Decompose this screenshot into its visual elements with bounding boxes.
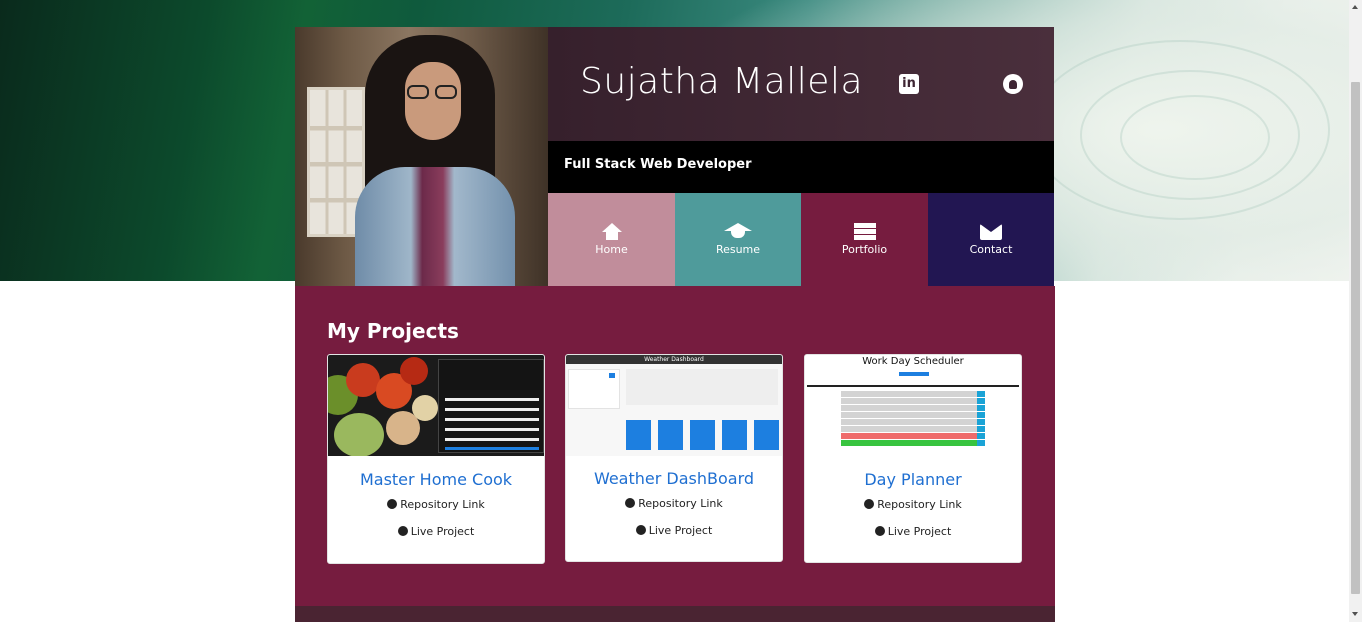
- page-scrollbar[interactable]: [1349, 0, 1362, 622]
- thumb-row: [841, 391, 985, 397]
- nav-home-label: Home: [595, 243, 628, 256]
- envelope-icon: [928, 223, 1054, 241]
- thumb-forecast-box: [754, 420, 779, 450]
- globe-icon: [397, 526, 408, 536]
- linkedin-label: in: [902, 76, 916, 91]
- live-project-label: Live Project: [648, 524, 713, 537]
- nav-portfolio-label: Portfolio: [841, 243, 888, 256]
- thumb-veg: [412, 395, 438, 421]
- linkedin-icon[interactable]: in: [899, 74, 919, 94]
- profile-name: Sujatha Mallela: [580, 61, 864, 102]
- project-thumbnail[interactable]: Work Day Scheduler: [805, 355, 1021, 456]
- thumb-search-panel: [568, 369, 620, 409]
- tagline: Full Stack Web Developer: [564, 157, 752, 172]
- profile-photo: [295, 27, 548, 286]
- project-thumbnail[interactable]: [328, 355, 544, 456]
- project-title[interactable]: Master Home Cook: [328, 470, 544, 489]
- thumb-forecast-box: [658, 420, 683, 450]
- thumb-row: [841, 398, 985, 404]
- nav-contact[interactable]: Contact: [928, 193, 1054, 286]
- github-icon: [625, 498, 636, 508]
- live-project-link[interactable]: Live Project: [328, 525, 544, 538]
- photo-face: [405, 62, 461, 140]
- thumb-divider: [807, 385, 1019, 387]
- thumb-row: [841, 412, 985, 418]
- thumb-current-weather: [626, 369, 778, 405]
- thumb-row: [841, 426, 985, 432]
- repository-link-label: Repository Link: [877, 498, 962, 511]
- thumb-veg: [334, 413, 384, 456]
- nav-contact-label: Contact: [969, 243, 1013, 256]
- home-icon: [548, 223, 675, 241]
- photo-glasses: [407, 85, 459, 99]
- tagline-bar: Full Stack Web Developer: [548, 141, 1054, 193]
- project-card: Weather Dashboard Weather DashBoard Repo…: [565, 354, 783, 562]
- server-icon: [801, 223, 928, 241]
- graduation-cap-icon: [675, 223, 801, 241]
- globe-icon: [874, 526, 885, 536]
- nav-home[interactable]: Home: [548, 193, 675, 286]
- nav-portfolio[interactable]: Portfolio: [801, 193, 928, 286]
- nav-resume-label: Resume: [715, 243, 761, 256]
- background-swirl: [1120, 95, 1270, 180]
- scroll-down-arrow-icon[interactable]: [1352, 612, 1358, 616]
- thumb-date: [899, 372, 929, 376]
- projects-title: My Projects: [327, 319, 459, 343]
- thumb-forecast-box: [690, 420, 715, 450]
- thumb-forecast-box: [626, 420, 651, 450]
- live-project-link[interactable]: Live Project: [566, 524, 782, 537]
- thumb-row: [841, 405, 985, 411]
- repository-link[interactable]: Repository Link: [805, 498, 1021, 511]
- nav-resume[interactable]: Resume: [675, 193, 801, 286]
- scroll-up-arrow-icon[interactable]: [1352, 5, 1358, 9]
- project-title[interactable]: Weather DashBoard: [566, 469, 782, 488]
- thumb-veg: [400, 357, 428, 385]
- repository-link-label: Repository Link: [400, 498, 485, 511]
- github-icon: [387, 499, 398, 509]
- thumb-title: Weather Dashboard: [566, 355, 782, 364]
- scrollbar-thumb[interactable]: [1351, 82, 1360, 594]
- live-project-label: Live Project: [887, 525, 952, 538]
- thumb-title: Work Day Scheduler: [862, 356, 964, 367]
- photo-jacket: [355, 167, 515, 286]
- thumb-row: [841, 419, 985, 425]
- footer-bar: [295, 606, 1055, 622]
- globe-icon: [635, 525, 646, 535]
- project-card: Work Day Scheduler Day Planner Repositor…: [804, 354, 1022, 563]
- thumb-row: [841, 433, 985, 439]
- thumb-form-panel: [438, 359, 544, 453]
- live-project-label: Live Project: [410, 525, 475, 538]
- project-card: Master Home Cook Repository Link Live Pr…: [327, 354, 545, 564]
- thumb-veg: [346, 363, 380, 397]
- repository-link[interactable]: Repository Link: [328, 498, 544, 511]
- repository-link[interactable]: Repository Link: [566, 497, 782, 510]
- thumb-forecast-box: [722, 420, 747, 450]
- name-panel: Sujatha Mallela in: [548, 27, 1054, 141]
- github-icon[interactable]: [1003, 74, 1023, 94]
- repository-link-label: Repository Link: [638, 497, 723, 510]
- project-title[interactable]: Day Planner: [805, 470, 1021, 489]
- live-project-link[interactable]: Live Project: [805, 525, 1021, 538]
- github-icon: [864, 499, 875, 509]
- project-thumbnail[interactable]: Weather Dashboard: [566, 355, 782, 456]
- thumb-row: [841, 440, 985, 446]
